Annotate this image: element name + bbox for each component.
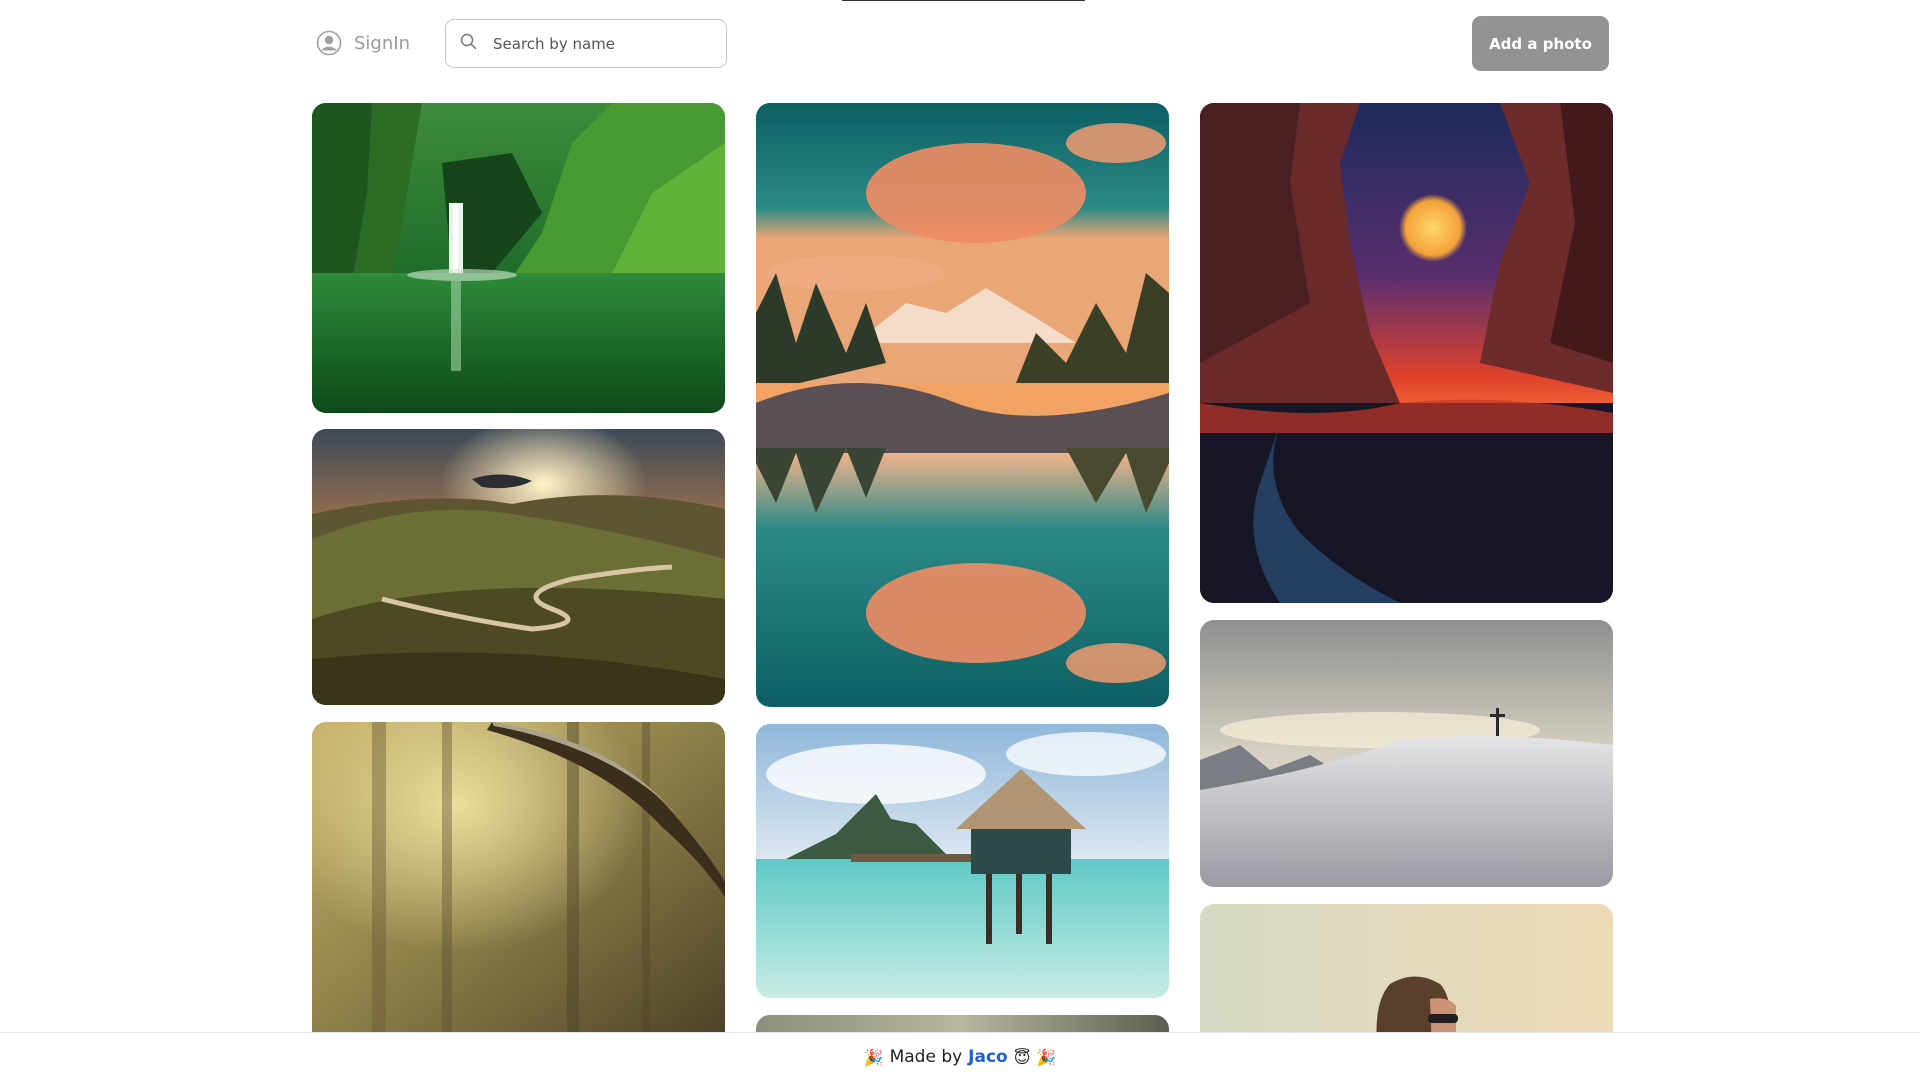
photo-card-waterfall[interactable] xyxy=(312,103,725,413)
signin-label: SignIn xyxy=(354,32,410,54)
photo-card-lake[interactable] xyxy=(756,103,1169,707)
signin-link[interactable]: SignIn xyxy=(316,30,410,56)
search-box[interactable] xyxy=(445,19,727,68)
forest-image xyxy=(312,722,725,1052)
photo-card-bungalow[interactable] xyxy=(756,724,1169,998)
top-progress-line xyxy=(842,0,1085,1)
footer: 🎉 Made by Jaco 😇 🎉 xyxy=(0,1032,1920,1080)
user-circle-icon xyxy=(316,30,342,56)
header: SignIn Add a photo xyxy=(312,15,1609,72)
made-by-label: Made by xyxy=(889,1047,963,1067)
snow-summit-image xyxy=(1200,620,1613,887)
bungalow-image xyxy=(756,724,1169,998)
cave-moon-image xyxy=(1200,103,1613,603)
photo-card-cave-moon[interactable] xyxy=(1200,103,1613,603)
add-photo-button[interactable]: Add a photo xyxy=(1472,16,1609,71)
smiling-face-icon: 😇 xyxy=(1013,1047,1031,1067)
page: SignIn Add a photo xyxy=(0,0,1920,1080)
photo-card-forest[interactable] xyxy=(312,722,725,1052)
search-icon xyxy=(460,33,477,54)
lake-reflection-image xyxy=(756,103,1169,707)
waterfall-image xyxy=(312,103,725,413)
photo-card-snow-summit[interactable] xyxy=(1200,620,1613,887)
photo-card-valley[interactable] xyxy=(312,429,725,705)
party-popper-icon-right: 🎉 xyxy=(1036,1047,1057,1067)
party-popper-icon: 🎉 xyxy=(863,1047,884,1067)
author-link[interactable]: Jaco xyxy=(968,1047,1008,1067)
valley-image xyxy=(312,429,725,705)
search-input[interactable] xyxy=(491,33,712,54)
